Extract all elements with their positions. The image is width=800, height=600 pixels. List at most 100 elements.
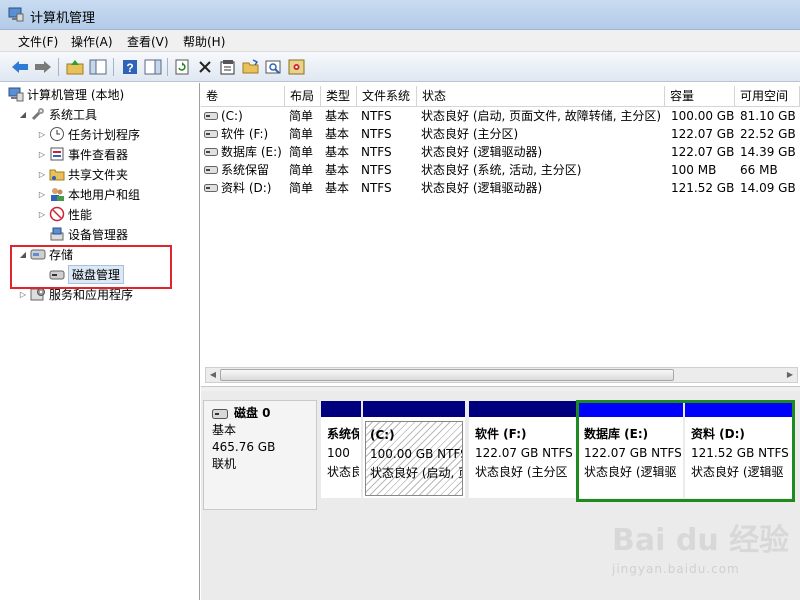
volume-icon xyxy=(204,166,218,174)
volume-icon xyxy=(204,112,218,120)
tree-item-performance[interactable]: ▷ 性能 xyxy=(37,204,92,224)
horizontal-scrollbar[interactable]: ◀ ▶ xyxy=(205,367,798,383)
table-cell: NTFS xyxy=(361,181,392,195)
scrollbar-thumb[interactable] xyxy=(220,369,674,381)
table-cell: 66 MB xyxy=(740,163,778,177)
annotation-highlight-box xyxy=(10,245,172,289)
open-folder-icon[interactable] xyxy=(241,57,261,77)
tree-item-shared-folders[interactable]: ▷ 共享文件夹 xyxy=(37,164,128,184)
table-row[interactable]: 系统保留 简单 基本 NTFS 状态良好 (系统, 活动, 主分区) 100 MB 66 M… xyxy=(201,161,800,179)
table-cell: 基本 xyxy=(325,163,350,177)
disk-name: 磁盘 0 xyxy=(234,406,271,420)
table-cell: 基本 xyxy=(325,145,350,159)
volume-name-cell: 软件 (F:) xyxy=(221,127,269,141)
volume-list: 卷 布局 类型 文件系统 状态 容量 可用空间 (C:) 简单 基本 NTFS 状态良好… xyxy=(201,83,800,383)
tree-item-root[interactable]: 计算机管理 (本地) xyxy=(6,84,124,104)
tree-label: 事件查看器 xyxy=(68,147,129,162)
expand-arrow-icon[interactable]: ▷ xyxy=(18,290,28,299)
toolbar-separator xyxy=(58,58,59,76)
partition-size: 122.07 GB NTFS xyxy=(475,446,573,460)
partition-name: 系统保 xyxy=(327,427,359,441)
table-cell: 121.52 GB xyxy=(671,181,735,195)
table-row[interactable]: 软件 (F:) 简单 基本 NTFS 状态良好 (主分区) 122.07 GB 22.52 … xyxy=(201,125,800,143)
disk-size: 465.76 GB xyxy=(212,440,276,454)
volume-name-cell: 资料 (D:) xyxy=(221,181,272,195)
event-viewer-icon xyxy=(50,147,64,161)
column-header-capacity[interactable]: 容量 xyxy=(665,86,735,106)
table-cell: 简单 xyxy=(289,109,314,123)
expand-arrow-icon[interactable]: ▷ xyxy=(37,190,47,199)
table-cell: NTFS xyxy=(361,127,392,141)
table-cell: 100 MB xyxy=(671,163,717,177)
refresh-icon[interactable] xyxy=(172,57,192,77)
panel-icon[interactable] xyxy=(143,57,163,77)
column-header-volume[interactable]: 卷 xyxy=(201,86,285,106)
table-row[interactable]: 数据库 (E:) 简单 基本 NTFS 状态良好 (逻辑驱动器) 122.07 GB 14.… xyxy=(201,143,800,161)
expand-arrow-icon[interactable]: ▷ xyxy=(37,130,47,139)
table-cell: 81.10 GB xyxy=(740,109,796,123)
back-icon[interactable] xyxy=(10,57,30,77)
partition-block[interactable]: (C:) 100.00 GB NTFS 状态良好 (启动, 页 xyxy=(363,401,465,498)
title-bar: 计算机管理 xyxy=(0,0,800,30)
help-icon[interactable]: ? xyxy=(120,57,140,77)
partition-block[interactable]: 系统保 100 状态良 xyxy=(321,401,361,498)
table-cell: 状态良好 (主分区) xyxy=(421,127,519,141)
menu-help[interactable]: 帮助(H) xyxy=(183,33,225,50)
settings-icon[interactable] xyxy=(287,57,307,77)
volume-icon xyxy=(204,148,218,156)
column-header-free-space[interactable]: 可用空间 xyxy=(735,86,800,106)
computer-management-icon xyxy=(8,87,24,102)
menu-view[interactable]: 查看(V) xyxy=(127,33,169,50)
tree-item-task-scheduler[interactable]: ▷ 任务计划程序 xyxy=(37,124,140,144)
watermark-url: jingyan.baidu.com xyxy=(612,562,740,576)
clock-icon xyxy=(50,127,64,141)
column-header-layout[interactable]: 布局 xyxy=(285,86,321,106)
properties-icon[interactable] xyxy=(218,57,238,77)
table-row[interactable]: (C:) 简单 基本 NTFS 状态良好 (启动, 页面文件, 故障转储, 主分区) 10… xyxy=(201,107,800,125)
expand-arrow-icon[interactable]: ▷ xyxy=(37,150,47,159)
tree-item-local-users[interactable]: ▷ 本地用户和组 xyxy=(37,184,140,204)
tree-item-event-viewer[interactable]: ▷ 事件查看器 xyxy=(37,144,128,164)
collapse-arrow-icon[interactable]: ◢ xyxy=(18,110,28,119)
table-cell: 状态良好 (系统, 活动, 主分区) xyxy=(421,163,582,177)
column-header-filesystem[interactable]: 文件系统 xyxy=(357,86,417,106)
search-icon[interactable] xyxy=(264,57,284,77)
menu-action[interactable]: 操作(A) xyxy=(71,33,113,50)
forward-icon[interactable] xyxy=(33,57,53,77)
volume-icon xyxy=(204,184,218,192)
column-header-status[interactable]: 状态 xyxy=(417,86,665,106)
show-hide-tree-icon[interactable] xyxy=(88,57,108,77)
performance-icon xyxy=(49,206,65,222)
up-folder-icon[interactable] xyxy=(65,57,85,77)
tree-label: 共享文件夹 xyxy=(68,167,129,182)
menu-bar: 文件(F) 操作(A) 查看(V) 帮助(H) xyxy=(0,30,800,52)
scroll-left-icon[interactable]: ◀ xyxy=(207,369,219,381)
table-cell: 22.52 GB xyxy=(740,127,796,141)
volume-name-cell: 系统保留 xyxy=(221,163,270,177)
delete-icon[interactable] xyxy=(195,57,215,77)
tree-item-device-manager[interactable]: 设备管理器 xyxy=(47,224,128,244)
partition-color-bar xyxy=(363,401,465,417)
partition-color-bar xyxy=(321,401,361,417)
table-cell: 状态良好 (逻辑驱动器) xyxy=(421,181,543,195)
partition-size: 100 xyxy=(327,446,350,460)
table-cell: 基本 xyxy=(325,127,350,141)
tree-label: 本地用户和组 xyxy=(68,187,141,202)
disk-info-box[interactable]: 磁盘 0 基本 465.76 GB 联机 xyxy=(203,400,317,510)
column-header-type[interactable]: 类型 xyxy=(321,86,357,106)
table-cell: NTFS xyxy=(361,163,392,177)
table-row[interactable]: 资料 (D:) 简单 基本 NTFS 状态良好 (逻辑驱动器) 121.52 GB 14.0… xyxy=(201,179,800,197)
scroll-right-icon[interactable]: ▶ xyxy=(784,369,796,381)
selection-outline xyxy=(576,400,795,502)
table-cell: NTFS xyxy=(361,145,392,159)
expand-arrow-icon[interactable]: ▷ xyxy=(37,170,47,179)
tree-item-system-tools[interactable]: ◢ 系统工具 xyxy=(18,104,97,124)
expand-arrow-icon[interactable]: ▷ xyxy=(37,210,47,219)
watermark: Bai du 经验 xyxy=(612,523,790,558)
table-cell: 简单 xyxy=(289,127,314,141)
menu-file[interactable]: 文件(F) xyxy=(18,33,58,50)
partition-block[interactable]: 软件 (F:) 122.07 GB NTFS 状态良好 (主分区 xyxy=(469,401,576,498)
volume-name-cell: (C:) xyxy=(221,109,243,123)
shared-folder-icon xyxy=(49,169,65,181)
navigation-tree: 计算机管理 (本地) ◢ 系统工具 ▷ 任务计划程序 ▷ 事件查看器 ▷ 共享文… xyxy=(0,83,200,600)
